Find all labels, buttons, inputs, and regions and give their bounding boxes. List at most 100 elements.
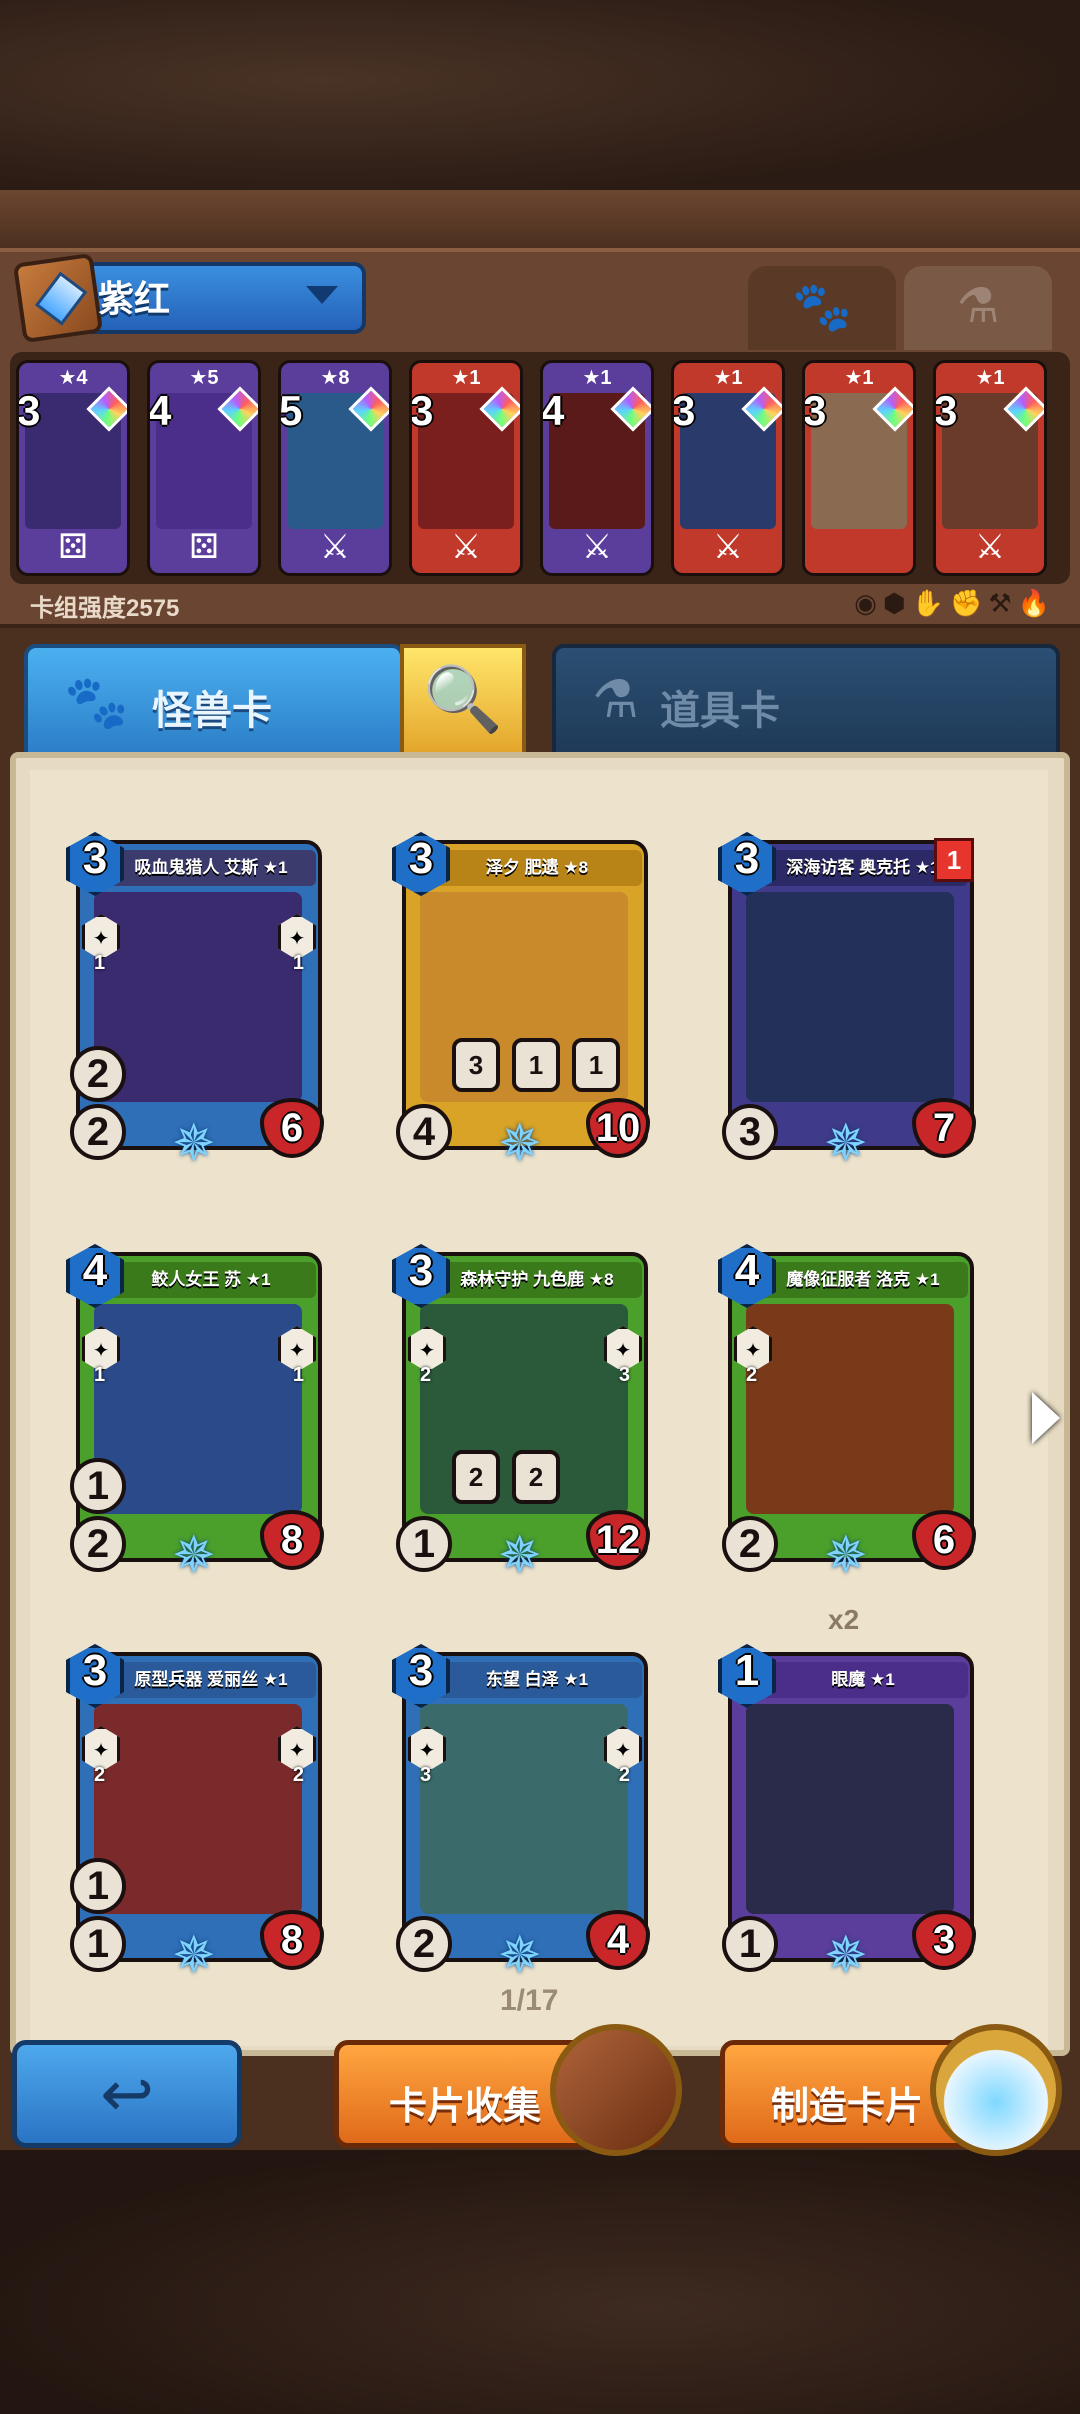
deck-slot-card[interactable]: ★4 3 ⚄	[16, 360, 130, 576]
card-health: 12	[586, 1510, 650, 1570]
next-page-arrow[interactable]	[1032, 1392, 1060, 1444]
card-book-icon[interactable]	[550, 2024, 682, 2156]
ability-value: 3	[618, 1364, 630, 1386]
tab-item-deck[interactable]: ⚗	[904, 266, 1052, 350]
tab-item-label: 道具卡	[660, 689, 780, 733]
card-attack: 3	[722, 1104, 778, 1160]
filter-icon[interactable]: ✊	[950, 588, 982, 618]
deck-slot-cost: 4	[148, 387, 172, 434]
card-name: 魔像征服者 洛克 ★1	[758, 1262, 968, 1298]
ability-value: 1	[292, 952, 304, 974]
card-name: 东望 白泽 ★1	[432, 1662, 642, 1698]
card-health: 10	[586, 1098, 650, 1158]
monster-card[interactable]: 泽夕 肥遗 ★8 3 3 1 1 4 ✵ 10	[392, 828, 652, 1173]
deck-slot-card[interactable]: ★1 3 ⚔	[409, 360, 523, 576]
monster-card[interactable]: 吸血鬼猎人 艾斯 ★1 3 ✦ 1 ✦ 1 2 2 ✵ 6	[66, 828, 326, 1173]
ability-value: 2	[94, 1764, 106, 1786]
card-cost: 3	[82, 834, 108, 883]
card-name: 原型兵器 爱丽丝 ★1	[106, 1662, 316, 1698]
deck-strength: 卡组强度2575	[30, 595, 180, 622]
card-cost: 4	[734, 1246, 760, 1295]
monster-card[interactable]: 深海访客 奥克托 ★1 3 3 ✵ 7 1	[718, 828, 978, 1173]
skill-slot: 3	[452, 1038, 500, 1092]
ability-value: 2	[420, 1364, 432, 1386]
deck-slot-card[interactable]: ★8 5 ⚔	[278, 360, 392, 576]
card-cost: 3	[734, 834, 760, 883]
card-attack: 1	[722, 1916, 778, 1972]
skill-slot: 2	[452, 1450, 500, 1504]
ability-value: 3	[420, 1764, 432, 1786]
deck-slot-cost: 5	[279, 387, 303, 434]
deck-slot-cost: 3	[934, 387, 958, 434]
card-art	[746, 1704, 954, 1914]
paw-potion-icon[interactable]	[930, 2024, 1062, 2156]
tab-item-cards[interactable]: ⚗ 道具卡	[552, 644, 1060, 756]
monster-card[interactable]: 鲛人女王 苏 ★1 4 ✦ 1 ✦ 1 1 2 ✵ 8	[66, 1240, 326, 1585]
monster-card[interactable]: 森林守护 九色鹿 ★8 3 ✦ 2 ✦ 3 2 2 1 ✵ 12	[392, 1240, 652, 1585]
skill-slot: 1	[572, 1038, 620, 1092]
back-button[interactable]: ↩	[12, 2040, 242, 2148]
deck-slot-cost: 4	[541, 387, 565, 434]
potion-icon: ⚗	[592, 671, 639, 729]
card-copies-count: x2	[828, 1604, 860, 1635]
background-bottom	[0, 2150, 1080, 2414]
paw-icon: 🐾	[792, 281, 852, 334]
chevron-down-icon[interactable]	[306, 286, 338, 304]
deck-slot-cost: 3	[803, 387, 827, 434]
search-button[interactable]: 🔍	[400, 644, 526, 756]
card-name: 鲛人女王 苏 ★1	[106, 1262, 316, 1298]
deck-slot-cost: 3	[17, 387, 41, 434]
filter-icon[interactable]: ⚒	[988, 588, 1011, 618]
deck-slot-type-icon: ⚔	[974, 528, 1006, 566]
card-attack: 1	[396, 1516, 452, 1572]
card-name: 泽夕 肥遗 ★8	[432, 850, 642, 886]
tab-monster-cards[interactable]: 🐾 怪兽卡	[24, 644, 404, 756]
deck-slot-type-icon: ⚔	[450, 528, 482, 566]
search-icon: 🔍	[423, 663, 503, 735]
page-indicator: 1/17	[500, 1984, 559, 2017]
ability-value: 1	[94, 952, 106, 974]
rank-star-icon: ✵	[824, 1527, 868, 1585]
deck-slot-cost: 3	[672, 387, 696, 434]
skill-slot: 1	[512, 1038, 560, 1092]
deck-slot-card[interactable]: ★1 4 ⚔	[540, 360, 654, 576]
tab-monster-deck[interactable]: 🐾	[748, 266, 896, 350]
filter-icon[interactable]: ◉	[854, 588, 877, 618]
filter-icon[interactable]: 🔥	[1018, 588, 1050, 618]
deck-slot-type-icon: ⚔	[319, 528, 351, 566]
card-attack: 2	[396, 1916, 452, 1972]
rank-star-icon: ✵	[498, 1927, 542, 1985]
new-flag-badge: 1	[934, 838, 974, 882]
card-name: 眼魔 ★1	[758, 1662, 968, 1698]
card-art	[746, 892, 954, 1102]
deck-slot-card[interactable]: ★1 3	[802, 360, 916, 576]
potion-icon: ⚗	[956, 280, 1000, 333]
deck-slot-card[interactable]: ★5 4 ⚄	[147, 360, 261, 576]
back-arrow-icon: ↩	[100, 2058, 154, 2130]
card-secondary-stat: 1	[70, 1458, 126, 1514]
filter-icon[interactable]: ⬢	[883, 588, 906, 618]
rank-star-icon: ✵	[172, 1115, 216, 1173]
card-cost: 1	[734, 1646, 760, 1695]
deck-slot-type-icon: ⚄	[58, 528, 88, 566]
monster-card[interactable]: 魔像征服者 洛克 ★1 4 ✦ 2 2 ✵ 6	[718, 1240, 978, 1585]
monster-card[interactable]: 原型兵器 爱丽丝 ★1 3 ✦ 2 ✦ 2 1 1 ✵ 8	[66, 1640, 326, 1985]
filter-icon[interactable]: ✋	[912, 588, 944, 618]
card-secondary-stat: 1	[70, 1858, 126, 1914]
card-attack: 1	[70, 1916, 126, 1972]
deck-slot-cost: 3	[410, 387, 434, 434]
card-attack: 2	[70, 1516, 126, 1572]
ability-value: 2	[292, 1764, 304, 1786]
deck-slot-card[interactable]: ★1 3 ⚔	[933, 360, 1047, 576]
deck-book-icon	[12, 252, 104, 344]
deck-slot-card[interactable]: ★1 3 ⚔	[671, 360, 785, 576]
card-cost: 3	[82, 1646, 108, 1695]
rank-star-icon: ✵	[172, 1527, 216, 1585]
card-cost: 3	[408, 1646, 434, 1695]
tab-monster-label: 怪兽卡	[152, 689, 272, 733]
card-secondary-stat: 2	[70, 1046, 126, 1102]
monster-card[interactable]: 东望 白泽 ★1 3 ✦ 3 ✦ 2 2 ✵ 4	[392, 1640, 652, 1985]
card-attack: 2	[70, 1104, 126, 1160]
monster-card[interactable]: 眼魔 ★1 1 1 ✵ 3	[718, 1640, 978, 1985]
wood-rim	[0, 190, 1080, 250]
